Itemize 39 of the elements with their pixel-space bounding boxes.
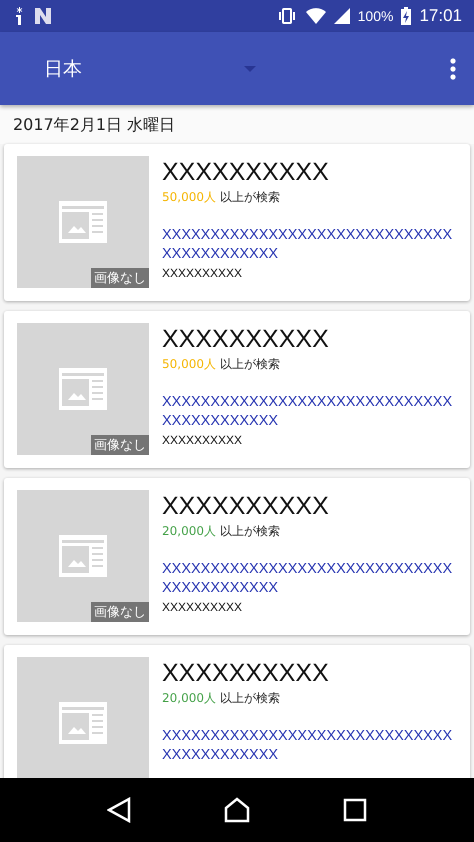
no-image-label: 画像なし	[91, 602, 149, 622]
search-count: 50,000人 以上が検索	[162, 356, 281, 373]
search-count: 50,000人 以上が検索	[162, 189, 281, 206]
news-source: XXXXXXXXXX	[162, 266, 244, 280]
trend-card[interactable]: XXXXXXXXXX 20,000人 以上が検索 XXXXXXXXXXXXXXXXXXXXXXXXXXXXXXXXXXXXXXXXXX	[4, 645, 470, 778]
search-count: 20,000人 以上が検索	[162, 523, 281, 540]
trend-title: XXXXXXXXXX	[162, 325, 330, 354]
recents-icon	[343, 798, 368, 822]
no-image-label: 画像なし	[91, 268, 149, 288]
home-icon	[224, 797, 250, 823]
trend-title: XXXXXXXXXX	[162, 492, 330, 521]
battery-charging-icon	[401, 7, 412, 25]
country-dropdown[interactable]: 日本	[44, 56, 256, 82]
dropdown-caret-icon	[244, 66, 256, 72]
signal-icon	[334, 8, 350, 24]
news-source: XXXXXXXXXX	[162, 433, 244, 447]
back-icon	[106, 797, 131, 823]
article-icon	[59, 368, 107, 410]
news-link[interactable]: XXXXXXXXXXXXXXXXXXXXXXXXXXXXXXXXXXXXXXXXXX	[162, 560, 457, 598]
trend-card[interactable]: 画像なし XXXXXXXXXX 50,000人 以上が検索 XXXXXXXXXXXXXXXXXXXXXXXXXXXXXXXXXXXXXXXXXX XXXXXXXXXX	[4, 311, 470, 468]
news-source: XXXXXXXXXX	[162, 600, 244, 614]
no-image-label: 画像なし	[91, 435, 149, 455]
search-count: 20,000人 以上が検索	[162, 690, 281, 707]
battery-percent: 100%	[358, 8, 394, 24]
trend-card[interactable]: 画像なし XXXXXXXXXX 50,000人 以上が検索 XXXXXXXXXXXXXXXXXXXXXXXXXXXXXXXXXXXXXXXXXX XXXXXXXXXX	[4, 144, 470, 301]
n-logo-icon	[34, 8, 52, 24]
news-link[interactable]: XXXXXXXXXXXXXXXXXXXXXXXXXXXXXXXXXXXXXXXXXX	[162, 393, 457, 431]
article-icon	[59, 702, 107, 744]
trend-card[interactable]: 画像なし XXXXXXXXXX 20,000人 以上が検索 XXXXXXXXXXXXXXXXXXXXXXXXXXXXXXXXXXXXXXXXXX XXXXXXXXXX	[4, 478, 470, 635]
article-icon	[59, 201, 107, 243]
wifi-icon	[306, 8, 326, 24]
more-icon	[450, 58, 456, 80]
news-link[interactable]: XXXXXXXXXXXXXXXXXXXXXXXXXXXXXXXXXXXXXXXXXX	[162, 727, 457, 765]
trend-title: XXXXXXXXXX	[162, 158, 330, 187]
article-icon	[59, 535, 107, 577]
trend-title: XXXXXXXXXX	[162, 659, 330, 688]
news-link[interactable]: XXXXXXXXXXXXXXXXXXXXXXXXXXXXXXXXXXXXXXXXXX	[162, 226, 457, 264]
date-heading: 2017年2月1日 水曜日	[0, 105, 474, 144]
clock: 17:01	[419, 6, 462, 26]
